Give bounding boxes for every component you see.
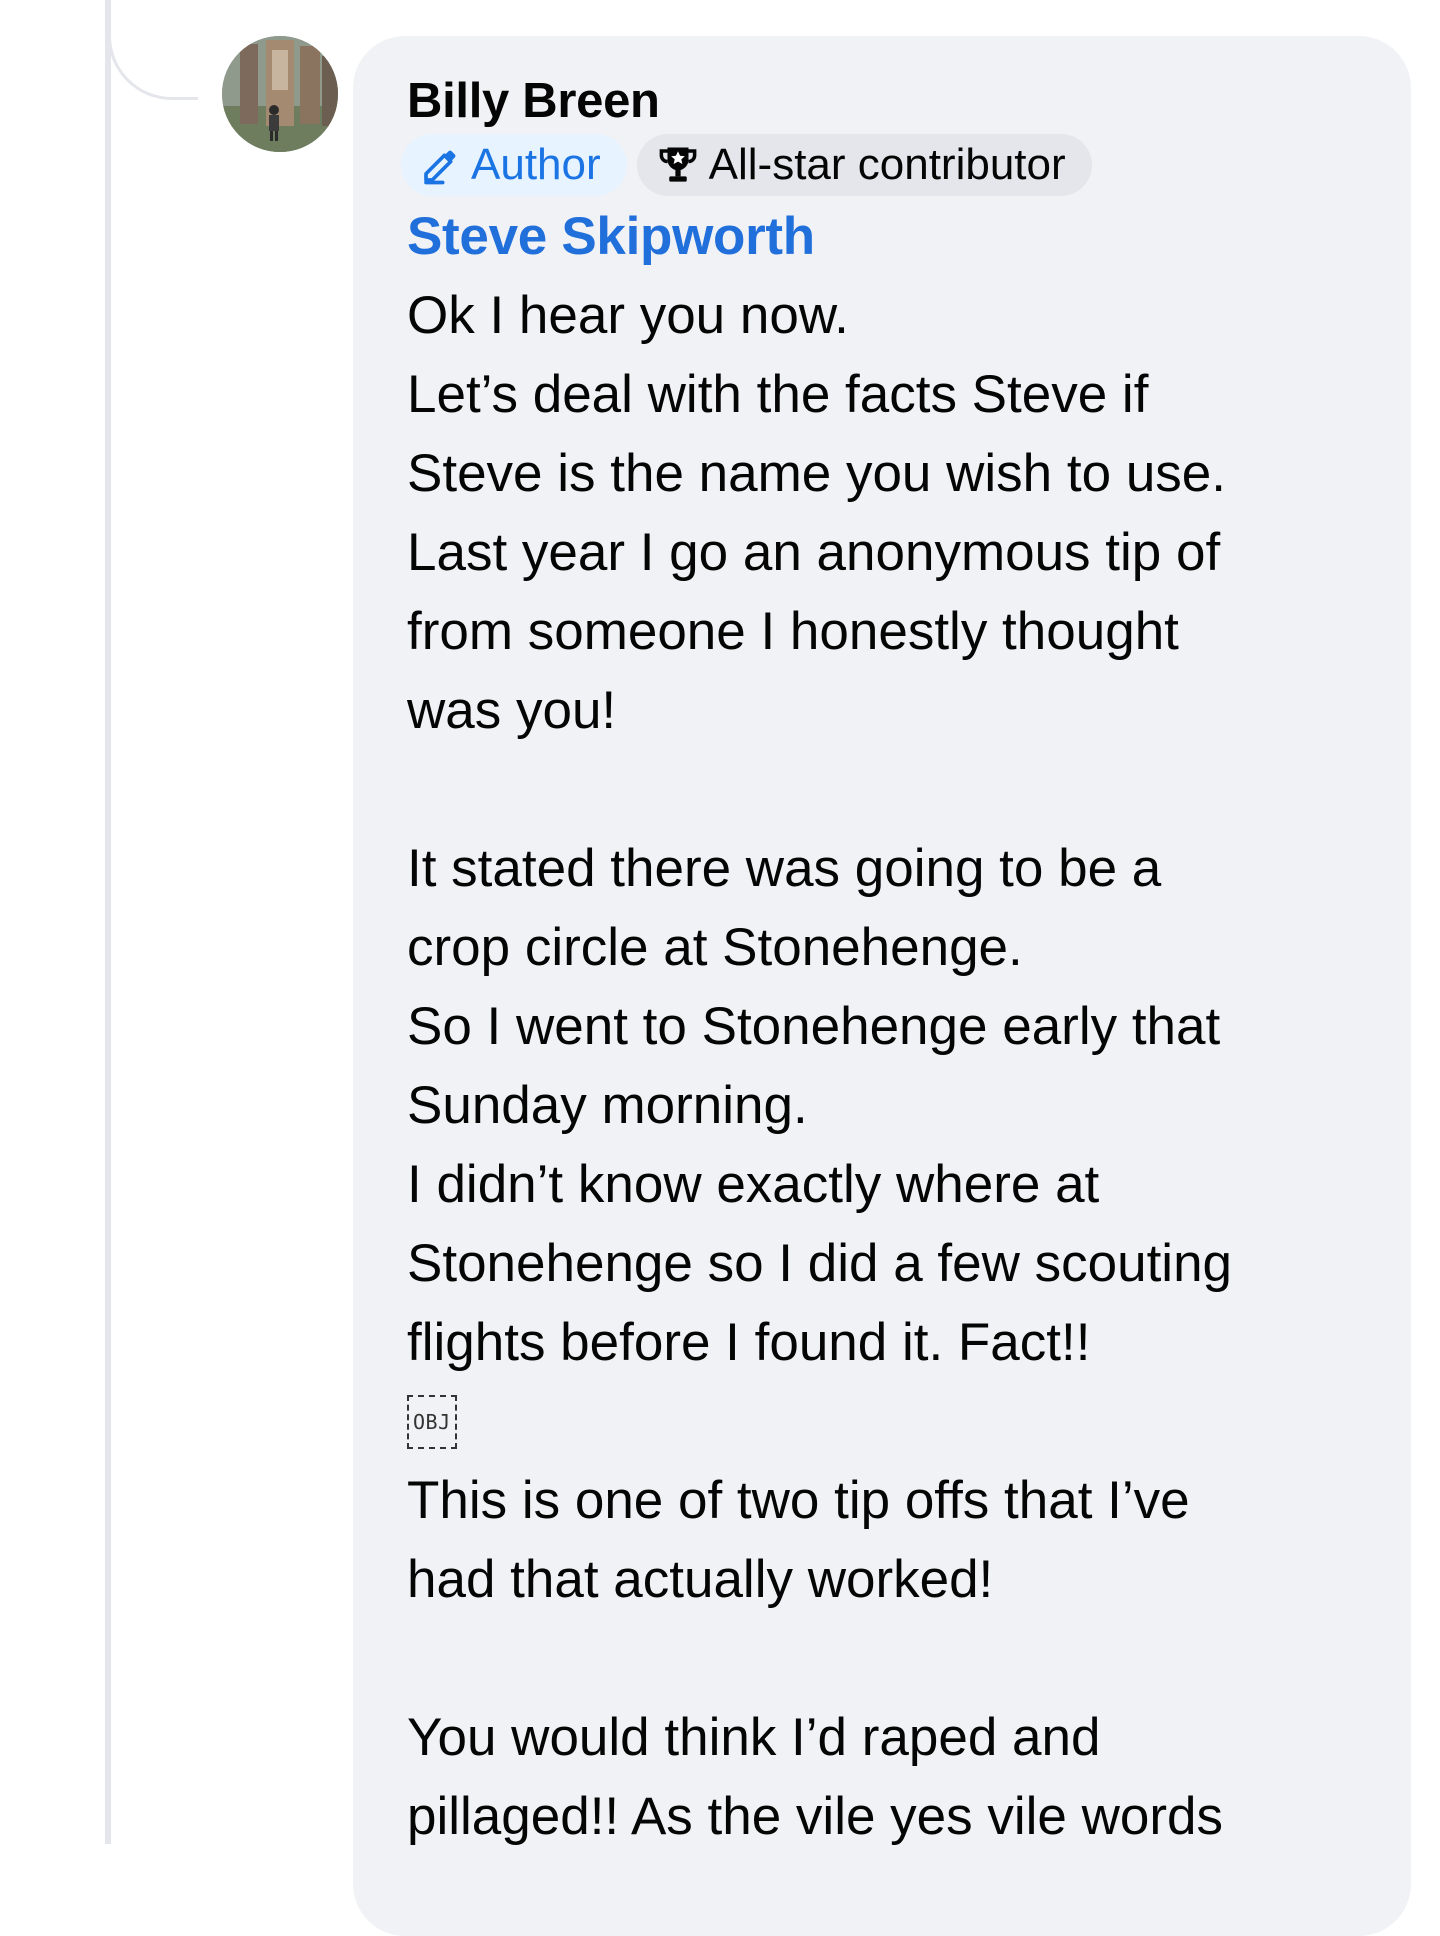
mention-link[interactable]: Steve Skipworth [407, 198, 1407, 276]
author-name[interactable]: Billy Breen [407, 70, 1407, 132]
body-line: pillaged!! As the vile yes vile words [407, 1787, 1224, 1846]
body-line: flights before I found it. Fact!! [407, 1313, 1091, 1372]
body-line: Last year I go an anonymous tip of [407, 523, 1221, 582]
comment-body: Ok I hear you now. Let’s deal with the f… [407, 276, 1407, 1856]
badges-row: Author All-star contributor [401, 134, 1407, 196]
body-line: Stonehenge so I did a few scouting [407, 1234, 1233, 1293]
pencil-icon [421, 145, 461, 185]
object-placeholder-icon: OBJ [407, 1394, 457, 1449]
body-line: So I went to Stonehenge early that [407, 997, 1221, 1056]
all-star-badge-label: All-star contributor [708, 140, 1066, 189]
body-line: Ok I hear you now. [407, 286, 849, 345]
avatar[interactable] [222, 36, 338, 152]
body-line: Sunday morning. [407, 1076, 808, 1135]
body-line: crop circle at Stonehenge. [407, 918, 1023, 977]
body-line: You would think I’d raped and [407, 1708, 1101, 1767]
body-line: from someone I honestly thought [407, 602, 1179, 661]
trophy-icon [657, 144, 699, 186]
body-line: I didn’t know exactly where at [407, 1155, 1100, 1214]
body-line: Steve is the name you wish to use. [407, 444, 1226, 503]
body-line: It stated there was going to be a [407, 839, 1162, 898]
object-placeholder-row: OBJ [407, 1382, 1407, 1461]
all-star-badge[interactable]: All-star contributor [636, 134, 1092, 196]
body-line: was you! [407, 681, 617, 740]
author-badge[interactable]: Author [401, 134, 627, 196]
author-badge-label: Author [471, 140, 601, 189]
thread-line [105, 0, 111, 1844]
body-line: had that actually worked! [407, 1550, 994, 1609]
body-line: Let’s deal with the facts Steve if [407, 365, 1149, 424]
comment-content: Billy Breen Author All-star contributor … [401, 70, 1407, 1856]
avatar-photo [222, 36, 338, 152]
body-line: This is one of two tip offs that I’ve [407, 1471, 1190, 1530]
reply-connector [108, 0, 198, 100]
